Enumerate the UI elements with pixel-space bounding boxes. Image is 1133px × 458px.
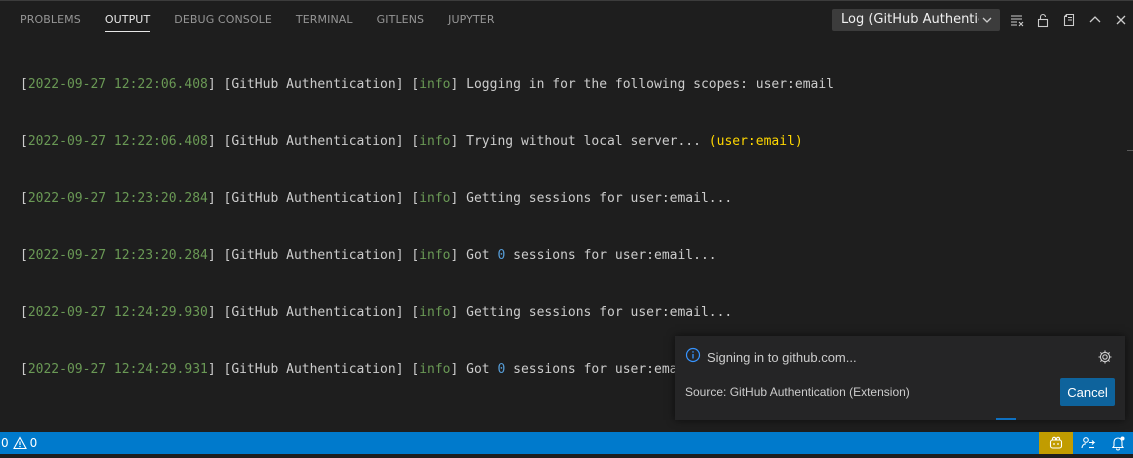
bottom-strip: [0, 454, 1133, 458]
info-icon: [685, 347, 701, 367]
status-bar: 0 0: [0, 432, 1133, 454]
log-line: [2022-09-27 12:22:06.408] [GitHub Authen…: [20, 77, 835, 92]
tab-terminal[interactable]: TERMINAL: [288, 1, 361, 35]
output-channel-value: Log (GitHub Authentication): [841, 12, 979, 27]
panel-header: PROBLEMS OUTPUT DEBUG CONSOLE TERMINAL G…: [0, 1, 1133, 35]
live-share-icon[interactable]: [1073, 432, 1103, 454]
errors-count: 0: [1, 436, 9, 450]
panel-tabs: PROBLEMS OUTPUT DEBUG CONSOLE TERMINAL G…: [12, 1, 503, 35]
clear-output-icon[interactable]: [1006, 9, 1028, 31]
cancel-button[interactable]: Cancel: [1060, 378, 1115, 406]
scrollbar-marker[interactable]: [1127, 150, 1133, 151]
notifications-icon[interactable]: [1103, 432, 1133, 454]
tab-jupyter[interactable]: JUPYTER: [440, 1, 502, 35]
copilot-icon[interactable]: [1039, 432, 1073, 454]
gear-icon[interactable]: [1097, 349, 1113, 369]
panel-actions: [1006, 9, 1133, 31]
notification-toast: Signing in to github.com... Source: GitH…: [675, 336, 1125, 420]
output-channel-select[interactable]: Log (GitHub Authentication): [832, 9, 1000, 31]
log-line: [2022-09-27 12:23:20.284] [GitHub Authen…: [20, 191, 733, 206]
tab-output[interactable]: OUTPUT: [97, 1, 158, 35]
notification-progress-bar: [996, 418, 1016, 420]
open-in-editor-icon[interactable]: [1058, 9, 1080, 31]
tab-problems[interactable]: PROBLEMS: [12, 1, 89, 35]
tab-gitlens[interactable]: GITLENS: [369, 1, 432, 35]
log-line: [2022-09-27 12:22:06.408] [GitHub Authen…: [20, 134, 803, 149]
close-panel-icon[interactable]: [1110, 9, 1132, 31]
maximize-panel-icon[interactable]: [1084, 9, 1106, 31]
notification-message-row: Signing in to github.com...: [685, 347, 857, 367]
status-bar-right: [1039, 432, 1133, 454]
lock-scroll-icon[interactable]: [1032, 9, 1054, 31]
notification-message: Signing in to github.com...: [707, 349, 857, 365]
chevron-down-icon: [981, 11, 993, 30]
tab-debug-console[interactable]: DEBUG CONSOLE: [166, 1, 280, 35]
log-line: [2022-09-27 12:23:20.284] [GitHub Authen…: [20, 248, 717, 263]
problems-status[interactable]: 0 0: [1, 432, 37, 454]
warnings-count: 0: [29, 436, 38, 450]
warning-icon: [12, 436, 27, 450]
notification-source: Source: GitHub Authentication (Extension…: [685, 385, 910, 399]
log-line: [2022-09-27 12:24:29.930] [GitHub Authen…: [20, 305, 733, 320]
